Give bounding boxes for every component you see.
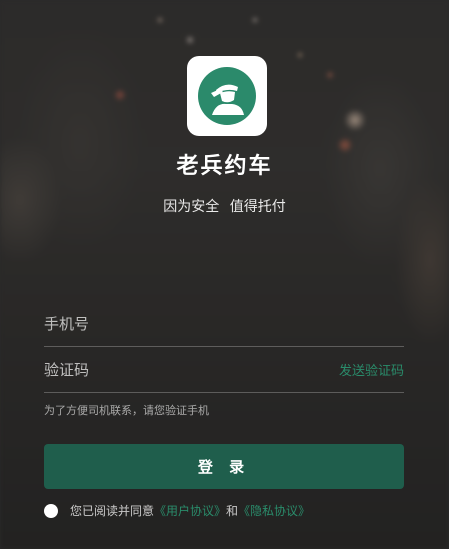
app-logo <box>187 56 267 136</box>
user-agreement-link[interactable]: 《用户协议》 <box>154 502 226 519</box>
verification-code-input[interactable] <box>44 360 284 379</box>
agreement-checkbox[interactable] <box>44 503 58 518</box>
agreement-row: 您已阅读并同意 《用户协议》 和 《隐私协议》 <box>44 502 310 519</box>
app-slogan: 因为安全 值得托付 <box>163 199 286 215</box>
agreement-conjunction: 和 <box>226 504 239 518</box>
send-code-button[interactable]: 发送验证码 <box>339 360 404 379</box>
verification-hint: 为了方便司机联系，请您验证手机 <box>44 404 209 417</box>
agreement-prefix: 您已阅读并同意 <box>70 504 155 518</box>
phone-input[interactable] <box>44 314 284 333</box>
login-screen: 老兵约车 因为安全 值得托付 发送验证码 为了方便司机联系，请您验证手机 登 录… <box>0 0 449 549</box>
soldier-salute-icon <box>198 67 256 125</box>
phone-field-row <box>44 301 404 347</box>
code-field-row: 发送验证码 <box>44 347 404 393</box>
app-title: 老兵约车 <box>176 154 273 179</box>
privacy-agreement-link[interactable]: 《隐私协议》 <box>238 502 310 519</box>
login-button[interactable]: 登 录 <box>44 444 404 489</box>
